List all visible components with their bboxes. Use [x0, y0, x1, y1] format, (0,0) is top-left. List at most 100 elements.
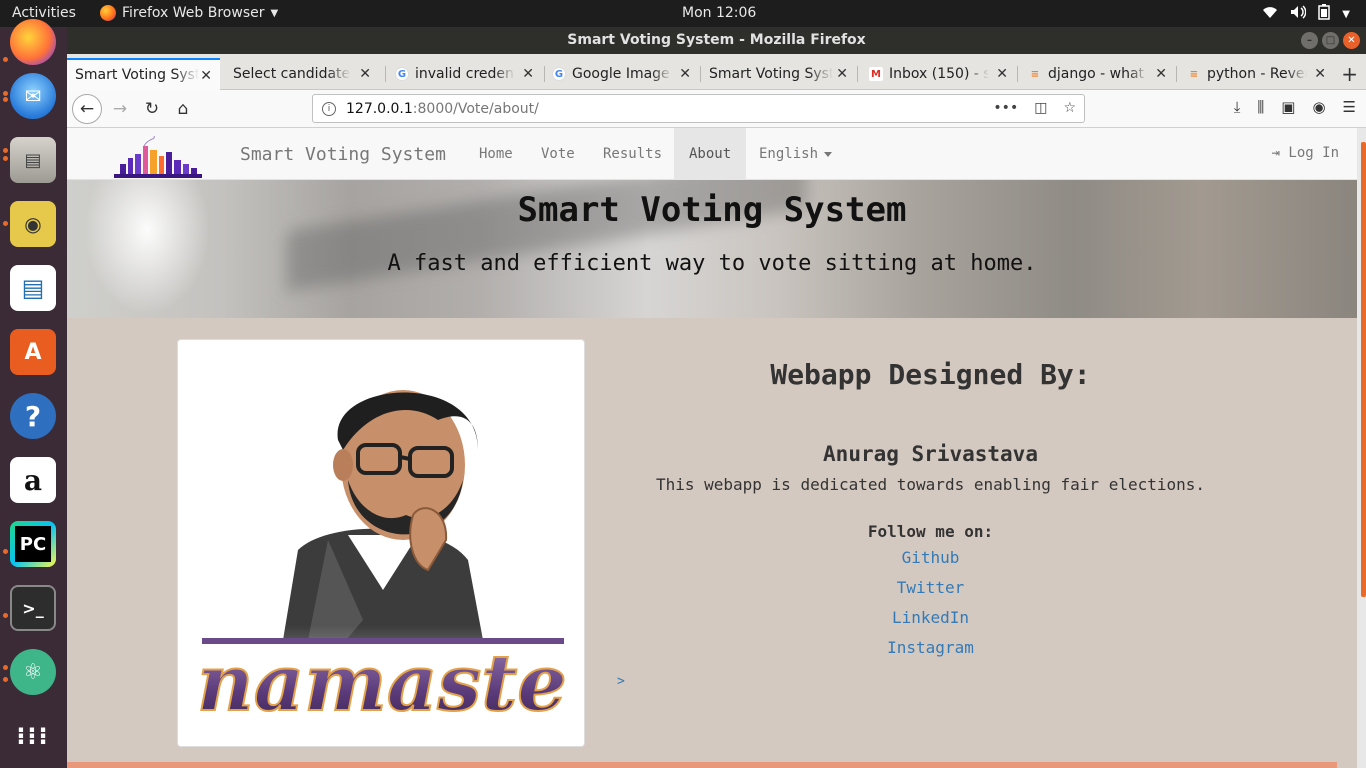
forward-button[interactable]: → [105, 94, 135, 124]
close-tab-icon[interactable]: ✕ [1155, 66, 1167, 82]
app-menu[interactable]: Firefox Web Browser ▼ [100, 5, 278, 21]
mail-icon: ✉ [24, 84, 42, 108]
pycharm-launcher[interactable]: PC [10, 521, 56, 567]
wifi-icon [1262, 5, 1278, 23]
hero-title: Smart Voting System [517, 190, 907, 230]
running-indicator [3, 91, 8, 96]
namaste-text: namaste [197, 638, 567, 729]
caret-down-icon [824, 151, 833, 157]
tab-label: Smart Voting Syst [75, 67, 199, 83]
instagram-link[interactable]: Instagram [607, 633, 1254, 663]
github-link[interactable]: Github [607, 543, 1254, 573]
login-link[interactable]: ⇥ Log In [1272, 145, 1339, 161]
nav-home[interactable]: Home [464, 128, 528, 180]
system-tray[interactable]: ▼ [1262, 4, 1350, 24]
writer-launcher[interactable]: ▤ [10, 265, 56, 311]
close-tab-icon[interactable]: ✕ [359, 66, 371, 82]
login-icon: ⇥ [1271, 145, 1280, 161]
page-scrollbar-thumb[interactable] [1361, 142, 1366, 597]
file-cabinet-icon: ▤ [24, 149, 42, 171]
nav-about[interactable]: About [674, 128, 747, 180]
tab-label: invalid credent [415, 66, 515, 82]
terminal-launcher[interactable]: >_ [10, 585, 56, 631]
close-tab-icon[interactable]: ✕ [836, 66, 848, 82]
stackoverflow-icon: ≡ [1189, 68, 1199, 80]
home-icon: ⌂ [177, 99, 189, 119]
site-info-icon[interactable]: i [322, 101, 336, 116]
minimize-button[interactable]: – [1301, 32, 1318, 49]
tab[interactable]: G invalid credent ✕ [387, 58, 542, 90]
close-tab-icon[interactable]: ✕ [522, 66, 534, 82]
nav-results[interactable]: Results [588, 128, 677, 180]
running-indicator [3, 156, 8, 161]
hero-banner: Smart Voting System A fast and efficient… [67, 180, 1357, 318]
speaker-icon: ◉ [24, 212, 42, 236]
close-tab-icon[interactable]: ✕ [679, 66, 691, 82]
firefox-launcher[interactable] [10, 19, 56, 65]
library-icon[interactable]: ⫼ [1257, 98, 1264, 116]
twitter-link[interactable]: Twitter [607, 573, 1254, 603]
running-indicator [3, 221, 8, 226]
reload-button[interactable]: ↻ [137, 94, 167, 124]
activities-button[interactable]: Activities [12, 5, 76, 21]
tab[interactable]: ≡ python - Rever ✕ [1179, 58, 1334, 90]
tab[interactable]: ≡ django - what g ✕ [1020, 58, 1175, 90]
about-section: Webapp Designed By: Anurag Srivastava Th… [607, 358, 1254, 663]
hero-subtitle: A fast and efficient way to vote sitting… [387, 251, 1037, 276]
brand-logo-icon[interactable] [114, 136, 202, 178]
grid-icon: ⁝⁝⁝ [16, 722, 50, 750]
volume-icon [1290, 5, 1307, 23]
page-actions-icon[interactable]: ••• [993, 100, 1018, 116]
google-icon: G [395, 67, 409, 81]
bookmark-star-icon[interactable]: ☆ [1063, 100, 1076, 116]
hamburger-menu-icon[interactable]: ☰ [1343, 98, 1356, 116]
tab[interactable]: Smart Voting Syst ✕ [701, 58, 856, 90]
rhythmbox-launcher[interactable]: ◉ [10, 201, 56, 247]
downloads-icon[interactable]: ⤓ [1234, 98, 1241, 116]
new-tab-button[interactable]: + [1341, 62, 1358, 86]
tab[interactable]: M Inbox (150) - sr ✕ [861, 58, 1016, 90]
reload-icon: ↻ [144, 99, 160, 119]
thunderbird-launcher[interactable]: ✉ [10, 73, 56, 119]
close-window-button[interactable]: ✕ [1343, 32, 1360, 49]
tab[interactable]: Select candidate t ✕ [225, 58, 379, 90]
running-indicator [3, 97, 8, 102]
close-tab-icon[interactable]: ✕ [200, 68, 212, 84]
amazon-launcher[interactable]: a [10, 457, 56, 503]
brand-name[interactable]: Smart Voting System [240, 144, 446, 165]
home-button[interactable]: ⌂ [168, 94, 198, 124]
atom-launcher[interactable]: ⚛ [10, 649, 56, 695]
app-menu-label: Firefox Web Browser [122, 5, 265, 21]
author-name: Anurag Srivastava [823, 442, 1038, 466]
language-dropdown[interactable]: English [744, 128, 847, 180]
tab[interactable]: G Google Image ✕ [544, 58, 699, 90]
files-launcher[interactable]: ▤ [10, 137, 56, 183]
tab[interactable]: Smart Voting Syst ✕ [67, 58, 220, 90]
help-launcher[interactable]: ? [10, 393, 56, 439]
pocket-icon[interactable]: ◫ [1034, 100, 1047, 116]
language-label: English [759, 146, 819, 162]
tab-label: Google Image [572, 66, 670, 82]
chevron-down-icon: ▼ [270, 7, 279, 19]
system-top-bar: Activities Firefox Web Browser ▼ Mon 12:… [0, 0, 1366, 27]
nav-vote[interactable]: Vote [526, 128, 590, 180]
account-icon[interactable]: ◉ [1312, 98, 1325, 116]
running-indicator [3, 57, 8, 62]
arrow-left-icon: ← [79, 99, 95, 119]
maximize-button[interactable]: □ [1322, 32, 1339, 49]
google-icon: G [552, 67, 566, 81]
sidebar-icon[interactable]: ▣ [1281, 98, 1295, 116]
tab-label: Inbox (150) - sr [889, 66, 989, 82]
close-tab-icon[interactable]: ✕ [1314, 66, 1326, 82]
stackoverflow-icon: ≡ [1030, 68, 1040, 80]
linkedin-link[interactable]: LinkedIn [607, 603, 1254, 633]
software-launcher[interactable]: A [10, 329, 56, 375]
window-titlebar: Smart Voting System - Mozilla Firefox – … [67, 27, 1366, 54]
clock[interactable]: Mon 12:06 [682, 5, 756, 21]
close-tab-icon[interactable]: ✕ [996, 66, 1008, 82]
gmail-icon: M [869, 67, 883, 81]
show-applications-button[interactable]: ⁝⁝⁝ [10, 713, 56, 759]
url-bar[interactable]: i 127.0.0.1:8000/Vote/about/ ••• ◫ ☆ [312, 94, 1085, 123]
back-button[interactable]: ← [72, 94, 102, 124]
footer-divider [67, 762, 1337, 768]
